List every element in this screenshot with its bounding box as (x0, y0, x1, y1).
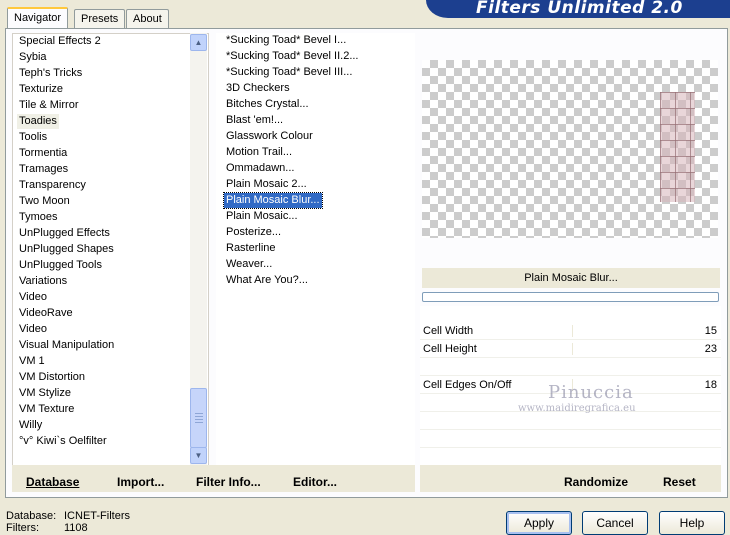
list-item[interactable]: Sybia (17, 50, 49, 65)
param-label: Cell Width (423, 325, 474, 337)
list-item[interactable]: Toolis (17, 130, 49, 145)
list-item[interactable]: Ommadawn... (224, 161, 296, 176)
filter-info-button[interactable]: Filter Info... (196, 475, 261, 489)
param-label: Cell Height (423, 343, 477, 355)
cancel-button[interactable]: Cancel (582, 511, 648, 535)
list-item[interactable]: Tymoes (17, 210, 60, 225)
list-item[interactable]: Toadies (17, 114, 59, 129)
list-item[interactable]: Transparency (17, 178, 88, 193)
param-row-empty[interactable] (420, 430, 721, 448)
category-list[interactable]: Special Effects 2 Sybia Teph's Tricks Textu… (12, 33, 209, 466)
preview-mosaic (660, 92, 695, 202)
list-item[interactable]: Teph's Tricks (17, 66, 84, 81)
list-item[interactable]: VM Distortion (17, 370, 87, 385)
param-row-empty[interactable] (420, 358, 721, 376)
watermark-name: Pinuccia (548, 382, 634, 403)
list-item[interactable]: Video (17, 290, 49, 305)
list-item[interactable]: 3D Checkers (224, 81, 292, 96)
param-value: 23 (704, 343, 717, 355)
list-item[interactable]: Video (17, 322, 49, 337)
param-value: 18 (704, 379, 717, 391)
list-item[interactable]: Motion Trail... (224, 145, 294, 160)
category-scrollbar[interactable]: ▲ ▼ (190, 33, 207, 465)
param-label: Cell Edges On/Off (423, 379, 512, 391)
list-item[interactable]: UnPlugged Effects (17, 226, 112, 241)
scroll-thumb[interactable] (190, 388, 207, 448)
list-item[interactable]: Tormentia (17, 146, 69, 161)
list-item[interactable]: Texturize (17, 82, 65, 97)
editor-button[interactable]: Editor... (293, 475, 337, 489)
list-item[interactable]: UnPlugged Tools (17, 258, 104, 273)
database-status-value: ICNET-Filters (64, 510, 130, 522)
filter-list[interactable]: *Sucking Toad* Bevel I... *Sucking Toad* … (216, 33, 415, 466)
app-title: Filters Unlimited 2.0 (476, 0, 683, 18)
database-status-label: Database: (6, 510, 57, 522)
list-item[interactable]: Special Effects 2 (17, 34, 103, 49)
list-item[interactable]: Tramages (17, 162, 70, 177)
list-item[interactable]: UnPlugged Shapes (17, 242, 116, 257)
tab-about[interactable]: About (126, 9, 169, 29)
progress-bar (422, 292, 719, 302)
list-item[interactable]: Plain Mosaic 2... (224, 177, 309, 192)
list-item[interactable]: *Sucking Toad* Bevel I... (224, 33, 348, 48)
tab-navigator[interactable]: Navigator (7, 7, 69, 29)
param-value: 15 (704, 325, 717, 337)
tab-presets[interactable]: Presets (74, 9, 126, 29)
filter-name-label: Plain Mosaic Blur... (422, 268, 720, 288)
scroll-down-icon[interactable]: ▼ (190, 447, 207, 464)
list-item[interactable]: VM Stylize (17, 386, 73, 401)
import-button[interactable]: Import... (117, 475, 164, 489)
filters-status-value: 1108 (64, 522, 88, 534)
param-row-cell-height[interactable]: Cell Height 23 (420, 340, 721, 358)
help-button[interactable]: Help (659, 511, 725, 535)
list-item[interactable]: Posterize... (224, 225, 283, 240)
list-item[interactable]: Willy (17, 418, 44, 433)
list-item[interactable]: *Sucking Toad* Bevel II.2... (224, 49, 361, 64)
list-item[interactable]: Plain Mosaic Blur... (223, 192, 323, 209)
list-item[interactable]: *Sucking Toad* Bevel III... (224, 65, 354, 80)
list-item[interactable]: VideoRave (17, 306, 75, 321)
param-row-empty[interactable] (420, 448, 721, 466)
list-item[interactable]: Glasswork Colour (224, 129, 315, 144)
list-item[interactable]: Blast 'em!... (224, 113, 285, 128)
watermark-url: www.maidiregrafica.eu (518, 403, 636, 414)
param-row-empty[interactable] (420, 412, 721, 430)
list-item[interactable]: Bitches Crystal... (224, 97, 311, 112)
scroll-up-icon[interactable]: ▲ (190, 34, 207, 51)
list-item[interactable]: VM Texture (17, 402, 76, 417)
list-item[interactable]: Visual Manipulation (17, 338, 116, 353)
list-item[interactable]: Weaver... (224, 257, 274, 272)
list-item[interactable]: VM 1 (17, 354, 47, 369)
list-item[interactable]: Rasterline (224, 241, 278, 256)
list-item[interactable]: What Are You?... (224, 273, 310, 288)
list-item[interactable]: Tile & Mirror (17, 98, 80, 113)
apply-button[interactable]: Apply (506, 511, 572, 535)
param-row-cell-width[interactable]: Cell Width 15 (420, 322, 721, 340)
randomize-button[interactable]: Randomize (564, 475, 628, 489)
database-button[interactable]: Database (26, 475, 79, 489)
reset-button[interactable]: Reset (663, 475, 696, 489)
list-item[interactable]: Plain Mosaic... (224, 209, 300, 224)
filters-status-label: Filters: (6, 522, 39, 534)
list-item[interactable]: Variations (17, 274, 69, 289)
list-item[interactable]: °v° Kiwi`s Oelfilter (17, 434, 109, 449)
list-item[interactable]: Two Moon (17, 194, 72, 209)
